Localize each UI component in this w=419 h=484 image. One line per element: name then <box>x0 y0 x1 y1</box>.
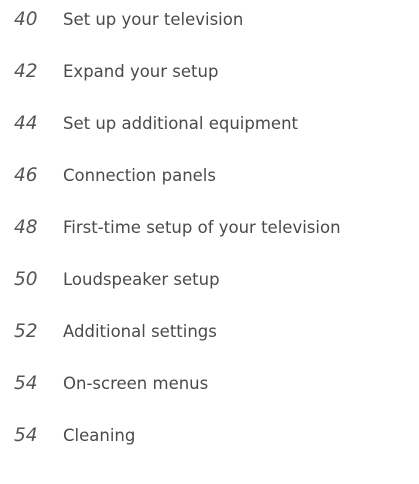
toc-entry-expand-your-setup[interactable]: 42 Expand your setup <box>0 57 419 87</box>
toc-entry-title: Cleaning <box>63 426 136 445</box>
toc-entry-set-up-additional-equipment[interactable]: 44 Set up additional equipment <box>0 109 419 139</box>
toc-entry-additional-settings[interactable]: 52 Additional settings <box>0 317 419 347</box>
toc-entry-title: Expand your setup <box>63 62 219 81</box>
toc-entry-cleaning[interactable]: 54 Cleaning <box>0 421 419 451</box>
toc-page-number: 42 <box>14 61 38 82</box>
toc-page-number: 44 <box>14 113 38 134</box>
toc-entry-connection-panels[interactable]: 46 Connection panels <box>0 161 419 191</box>
toc-page-number: 48 <box>14 217 38 238</box>
toc-entry-title: Additional settings <box>63 322 217 341</box>
toc-page-number: 50 <box>14 269 38 290</box>
toc-entry-title: Set up your television <box>63 10 244 29</box>
toc-page-number: 52 <box>14 321 38 342</box>
toc-entry-title: Loudspeaker setup <box>63 270 220 289</box>
toc-entry-title: First-time setup of your television <box>63 218 341 237</box>
toc-entry-set-up-your-television[interactable]: 40 Set up your television <box>0 5 419 35</box>
toc-page-number: 46 <box>14 165 38 186</box>
toc-page-number: 54 <box>14 425 38 446</box>
toc-entry-on-screen-menus[interactable]: 54 On-screen menus <box>0 369 419 399</box>
toc-page-number: 54 <box>14 373 38 394</box>
toc-page-number: 40 <box>14 9 38 30</box>
toc-entry-title: On-screen menus <box>63 374 209 393</box>
toc-entry-first-time-setup[interactable]: 48 First-time setup of your television <box>0 213 419 243</box>
toc-entry-title: Connection panels <box>63 166 216 185</box>
table-of-contents: 40 Set up your television 42 Expand your… <box>0 0 419 484</box>
toc-entry-loudspeaker-setup[interactable]: 50 Loudspeaker setup <box>0 265 419 295</box>
toc-entry-title: Set up additional equipment <box>63 114 298 133</box>
